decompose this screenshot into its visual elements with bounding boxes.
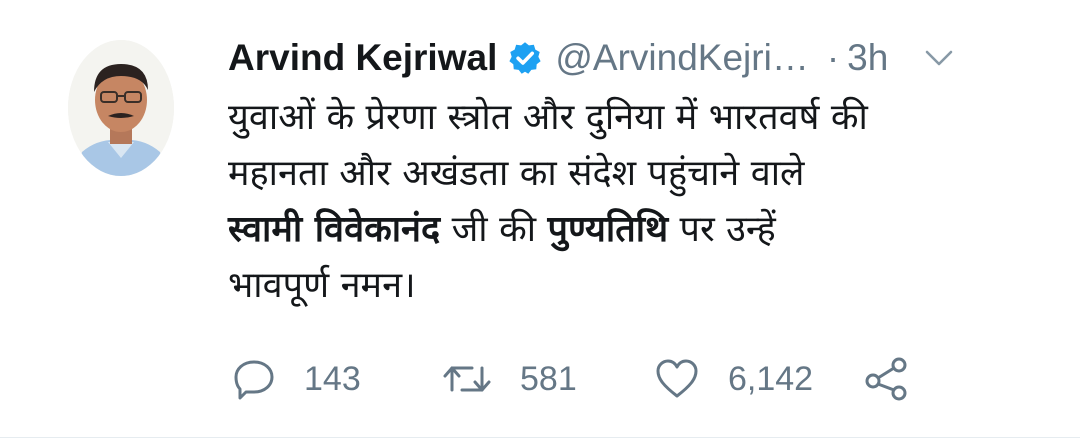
separator-dot: ·	[826, 37, 840, 78]
timestamp[interactable]: 3h	[847, 37, 888, 79]
retweet-icon	[443, 366, 491, 392]
plain-text: पर उन्हें	[668, 209, 776, 250]
bold-occasion: पुण्यतिथि	[547, 209, 669, 250]
share-button[interactable]	[864, 354, 910, 404]
reply-count: 143	[304, 359, 361, 398]
like-button[interactable]: 6,142	[654, 354, 813, 404]
verified-badge-icon	[509, 42, 541, 74]
like-count: 6,142	[728, 359, 814, 398]
tweet-line-3: स्वामी विवेकानंद जी की पुण्यतिथि पर उन्ह…	[228, 202, 1048, 258]
avatar[interactable]	[68, 40, 174, 176]
tweet-text: युवाओं के प्रेरणा स्त्रोत और दुनिया में …	[228, 90, 1048, 314]
tweet-actions: 143 581 6,142	[232, 354, 952, 404]
tweet-header: Arvind Kejriwal @ArvindKejri… · 3h	[228, 28, 1050, 88]
tweet-card[interactable]: Arvind Kejriwal @ArvindKejri… · 3h युवाओ…	[0, 0, 1080, 438]
avatar-photo	[68, 40, 174, 176]
tweet-line-2: महानता और अखंडता का संदेश पहुंचाने वाले	[228, 153, 805, 194]
share-icon	[865, 357, 907, 401]
reply-button[interactable]: 143	[232, 354, 361, 404]
reply-icon	[234, 360, 274, 400]
retweet-button[interactable]: 581	[442, 354, 577, 404]
bold-name: स्वामी विवेकानंद	[228, 209, 441, 250]
author-name[interactable]: Arvind Kejriwal	[228, 37, 497, 79]
author-handle[interactable]: @ArvindKejri…	[555, 37, 808, 79]
tweet-line-4: भावपूर्ण नमन।	[228, 265, 416, 306]
heart-icon	[656, 359, 698, 398]
chevron-down-icon[interactable]	[922, 46, 956, 70]
tweet-line-1: युवाओं के प्रेरणा स्त्रोत और दुनिया में …	[228, 97, 868, 138]
plain-text: जी की	[440, 209, 548, 250]
retweet-count: 581	[520, 359, 577, 398]
